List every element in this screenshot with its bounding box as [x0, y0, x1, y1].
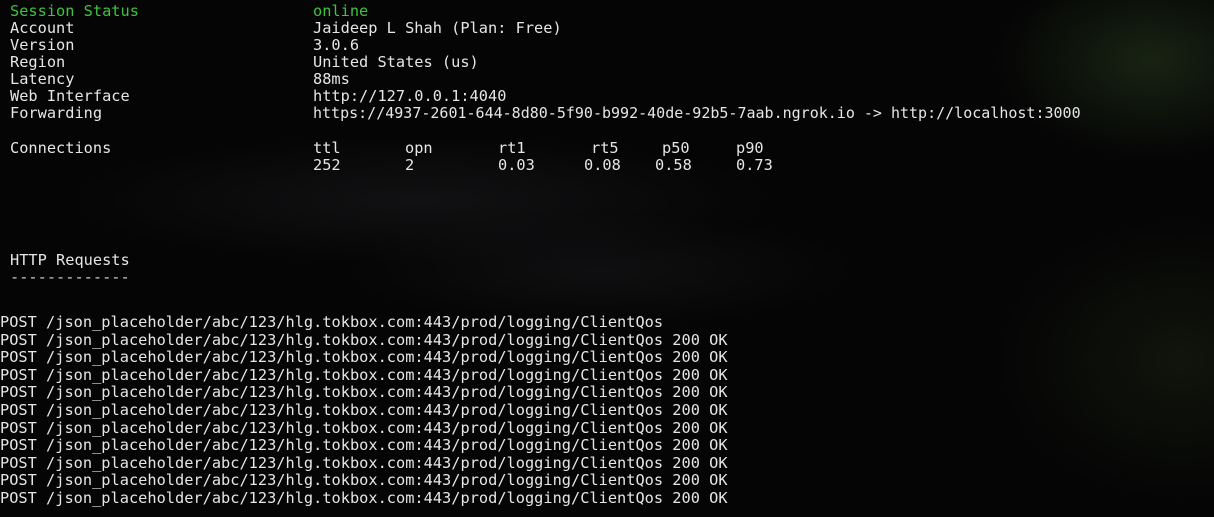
connections-label: Connections — [10, 139, 112, 157]
web-interface-label: Web Interface — [10, 87, 130, 105]
connections-header-rt5: rt5 — [591, 139, 619, 157]
terminal-window[interactable]: Session Status online Account Jaideep L … — [0, 0, 1214, 517]
request-method: POST — [0, 365, 37, 384]
connections-header-opn: opn — [405, 139, 433, 157]
request-row: POST /json_placeholder/abc/123/hlg.tokbo… — [0, 472, 728, 489]
request-status: 200 OK — [663, 436, 728, 455]
version-value: 3.0.6 — [313, 36, 360, 54]
request-status: 200 OK — [663, 401, 728, 419]
request-path: /json_placeholder/abc/123/hlg.tokbox.com… — [36, 401, 664, 419]
request-status: 200 OK — [663, 348, 728, 367]
request-method: POST — [0, 453, 37, 472]
request-method: POST — [0, 348, 37, 367]
request-method: POST — [0, 383, 37, 402]
request-path: /json_placeholder/abc/123/hlg.tokbox.com… — [36, 365, 664, 384]
request-path: /json_placeholder/abc/123/hlg.tokbox.com… — [36, 313, 664, 331]
request-path: /json_placeholder/abc/123/hlg.tokbox.com… — [36, 436, 664, 455]
connections-header-ttl: ttl — [313, 139, 341, 157]
request-row: POST /json_placeholder/abc/123/hlg.tokbo… — [0, 437, 728, 454]
version-label: Version — [10, 36, 75, 54]
request-status: 200 OK — [663, 453, 728, 472]
request-row: POST /json_placeholder/abc/123/hlg.tokbo… — [0, 453, 728, 472]
request-method: POST — [0, 471, 37, 490]
request-row: POST /json_placeholder/abc/123/hlg.tokbo… — [0, 490, 728, 507]
request-status: 200 OK — [663, 489, 728, 507]
request-path: /json_placeholder/abc/123/hlg.tokbox.com… — [36, 489, 664, 507]
request-row: POST /json_placeholder/abc/123/hlg.tokbo… — [0, 349, 728, 366]
account-value: Jaideep L Shah (Plan: Free) — [313, 19, 562, 37]
latency-label: Latency — [10, 70, 75, 88]
connections-value-rt5: 0.08 — [584, 156, 621, 174]
latency-value: 88ms — [313, 70, 350, 88]
connections-value-p90: 0.73 — [736, 156, 773, 174]
http-requests-title: HTTP Requests — [10, 251, 130, 269]
request-method: POST — [0, 418, 37, 437]
request-row: POST /json_placeholder/abc/123/hlg.tokbo… — [0, 384, 728, 401]
forwarding-value[interactable]: https://4937-2601-644-8d80-5f90-b992-40d… — [313, 105, 1081, 122]
request-method: POST — [0, 489, 37, 507]
region-value: United States (us) — [313, 53, 479, 71]
request-path: /json_placeholder/abc/123/hlg.tokbox.com… — [36, 471, 664, 490]
request-path: /json_placeholder/abc/123/hlg.tokbox.com… — [36, 453, 664, 472]
account-label: Account — [10, 19, 75, 37]
session-status-label: Session Status — [10, 2, 139, 20]
request-path: /json_placeholder/abc/123/hlg.tokbox.com… — [36, 383, 664, 402]
request-status: 200 OK — [663, 365, 728, 384]
request-path: /json_placeholder/abc/123/hlg.tokbox.com… — [36, 348, 664, 367]
request-method: POST — [0, 330, 37, 349]
request-row: POST /json_placeholder/abc/123/hlg.tokbo… — [0, 330, 728, 349]
request-status: 200 OK — [663, 418, 728, 437]
request-status: 200 OK — [663, 471, 728, 490]
connections-value-ttl: 252 — [313, 156, 341, 174]
request-row: POST /json_placeholder/abc/123/hlg.tokbo… — [0, 418, 728, 437]
request-method: POST — [0, 401, 37, 419]
request-row: POST /json_placeholder/abc/123/hlg.tokbo… — [0, 402, 728, 419]
connections-header-p50: p50 — [662, 139, 690, 157]
request-status: 200 OK — [663, 383, 728, 402]
request-method: POST — [0, 313, 37, 331]
connections-header-rt1: rt1 — [498, 139, 526, 157]
request-method: POST — [0, 436, 37, 455]
request-path: /json_placeholder/abc/123/hlg.tokbox.com… — [36, 330, 664, 349]
http-requests-separator: ------------- — [10, 268, 130, 286]
session-status-value: online — [313, 2, 369, 20]
request-row: POST /json_placeholder/abc/123/hlg.tokbo… — [0, 314, 663, 331]
connections-value-p50: 0.58 — [655, 156, 692, 174]
request-path: /json_placeholder/abc/123/hlg.tokbox.com… — [36, 418, 664, 437]
connections-value-opn: 2 — [405, 156, 415, 174]
connections-value-rt1: 0.03 — [498, 156, 535, 174]
region-label: Region — [10, 53, 66, 71]
request-status: 200 OK — [663, 330, 728, 349]
web-interface-link[interactable]: http://127.0.0.1:4040 — [313, 88, 506, 105]
forwarding-label: Forwarding — [10, 104, 103, 122]
request-row: POST /json_placeholder/abc/123/hlg.tokbo… — [0, 365, 728, 384]
connections-header-p90: p90 — [736, 139, 764, 157]
